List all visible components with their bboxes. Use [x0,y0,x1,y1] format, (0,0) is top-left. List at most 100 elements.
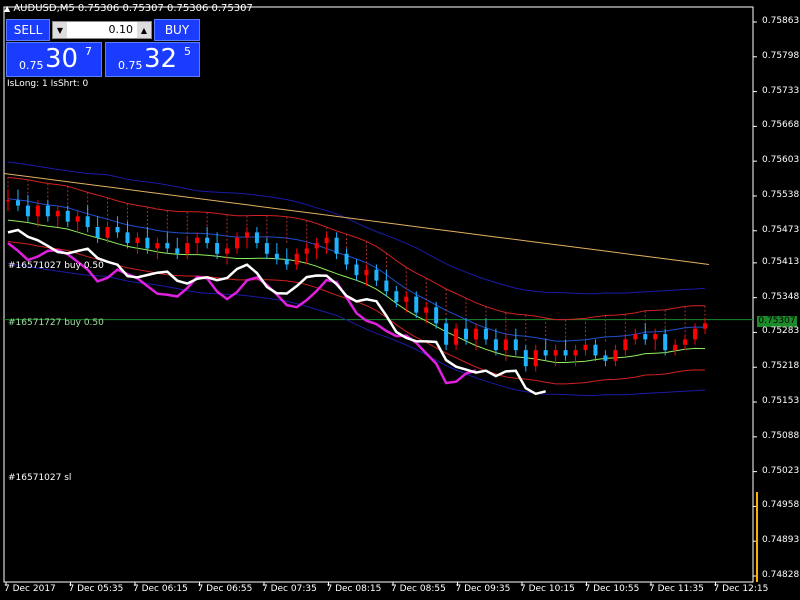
x-tick-label: 7 Dec 11:35 [649,584,704,594]
candle-body [205,237,210,244]
green-ma-line [7,219,706,363]
candle-body [473,328,478,340]
candle-body [284,259,289,265]
order-label-sl[interactable]: #16571027 sl [8,473,71,483]
x-tick-label: 7 Dec 10:55 [584,584,640,594]
candle-body [294,253,299,265]
candle-body [623,339,628,351]
candle-body [583,344,588,351]
buy-price-prefix: 0.75 [118,59,143,72]
candle-body [493,339,498,351]
x-tick-label: 7 Dec 06:15 [133,584,188,594]
candle-body [573,350,578,356]
candle-body [105,227,110,238]
candle-body [334,237,339,254]
candles-group [6,189,707,372]
x-tick-label: 7 Dec 12:15 [713,584,769,594]
sell-price-prefix: 0.75 [19,59,44,72]
candle-body [673,344,678,351]
candle-body [404,296,409,302]
x-tick-label: 7 Dec 07:35 [262,584,317,594]
candle-body [235,237,240,249]
y-tick-label: 0.75733 [762,85,800,96]
candle-body [145,237,150,249]
candle-body [683,339,688,345]
candle-body [264,243,269,254]
chart-border [3,6,754,583]
candle-body [643,334,648,340]
y-tick-label: 0.75863 [762,16,800,26]
y-tick-label: 0.75153 [762,396,800,407]
lot-size-field[interactable]: ▼ 0.10 ▲ [52,21,152,39]
sell-quote-button[interactable]: 0.75 30 7 [6,42,102,77]
x-tick-label: 7 Dec 05:35 [68,584,124,594]
candle-body [225,248,230,254]
candle-body [185,243,190,254]
candle-body [344,253,349,265]
candle-body [424,307,429,313]
chart-frame [3,6,758,586]
candle-body [6,200,10,202]
sell-button[interactable]: SELL [6,19,50,41]
candle-body [65,210,70,222]
candle-body [364,269,369,276]
envelope-upper-line [7,176,706,321]
x-tick-label: 7 Dec 08:55 [391,584,446,594]
price-chart[interactable] [0,0,800,600]
candle-body [274,253,279,260]
candle-body [693,328,698,340]
lot-increase-arrow-icon[interactable]: ▲ [137,22,151,38]
y-tick-label: 0.75413 [762,256,800,267]
lot-decrease-arrow-icon[interactable]: ▼ [53,22,67,38]
candle-body [35,205,40,217]
candle-body [703,323,707,329]
candle-body [434,307,439,324]
candle-body [195,237,200,244]
candle-body [563,350,568,356]
y-tick-label: 0.75668 [762,120,800,131]
candle-body [304,248,309,254]
chart-menu-icon[interactable]: ▲ [4,4,10,13]
y-tick-label: 0.74893 [762,535,800,546]
candle-body [444,323,449,345]
y-tick-label: 0.75348 [762,291,800,302]
candle-body [543,350,548,356]
buy-quote-button[interactable]: 0.75 32 5 [105,42,200,77]
candle-body [663,334,668,351]
y-tick-label: 0.75603 [762,155,800,166]
order-label-buy-1[interactable]: #16571027 buy 0.50 [8,261,104,271]
x-tick-label: 7 Dec 2017 [4,584,56,594]
buy-button[interactable]: BUY [154,19,200,41]
y-tick-label: 0.75088 [762,430,800,441]
candle-body [414,296,419,313]
candle-body [374,269,379,281]
lot-size-value: 0.10 [108,23,134,36]
candle-body [653,334,658,340]
candle-body [85,216,90,228]
symbol-line: AUDUSD,M5 0.75306 0.75307 0.75306 0.7530… [13,3,253,14]
candle-body [95,227,100,238]
buy-price-big: 32 [144,44,178,74]
symbol-header: ▲ AUDUSD,M5 0.75306 0.75307 0.75306 0.75… [4,3,253,14]
candle-body [135,237,140,244]
bollinger-lower-band [7,263,706,396]
candle-body [254,232,259,244]
candle-body [553,350,558,356]
y-tick-label: 0.75283 [762,326,800,337]
candle-body [324,237,329,244]
y-tick-label: 0.74958 [762,500,800,511]
candle-body [45,205,50,217]
candle-body [215,243,220,254]
sell-price-big: 30 [45,44,79,74]
order-label-buy-2[interactable]: #16571727 buy 0.50 [8,318,104,328]
candle-body [633,334,638,340]
candle-body [15,200,20,206]
candle-body [593,344,598,356]
x-tick-label: 7 Dec 06:55 [197,584,253,594]
candle-body [25,205,30,217]
x-tick-label: 7 Dec 08:15 [326,584,382,594]
candle-body [394,291,399,302]
y-tick-label: 0.75023 [762,465,800,476]
candle-body [55,210,60,217]
x-tick-label: 7 Dec 10:15 [520,584,575,594]
